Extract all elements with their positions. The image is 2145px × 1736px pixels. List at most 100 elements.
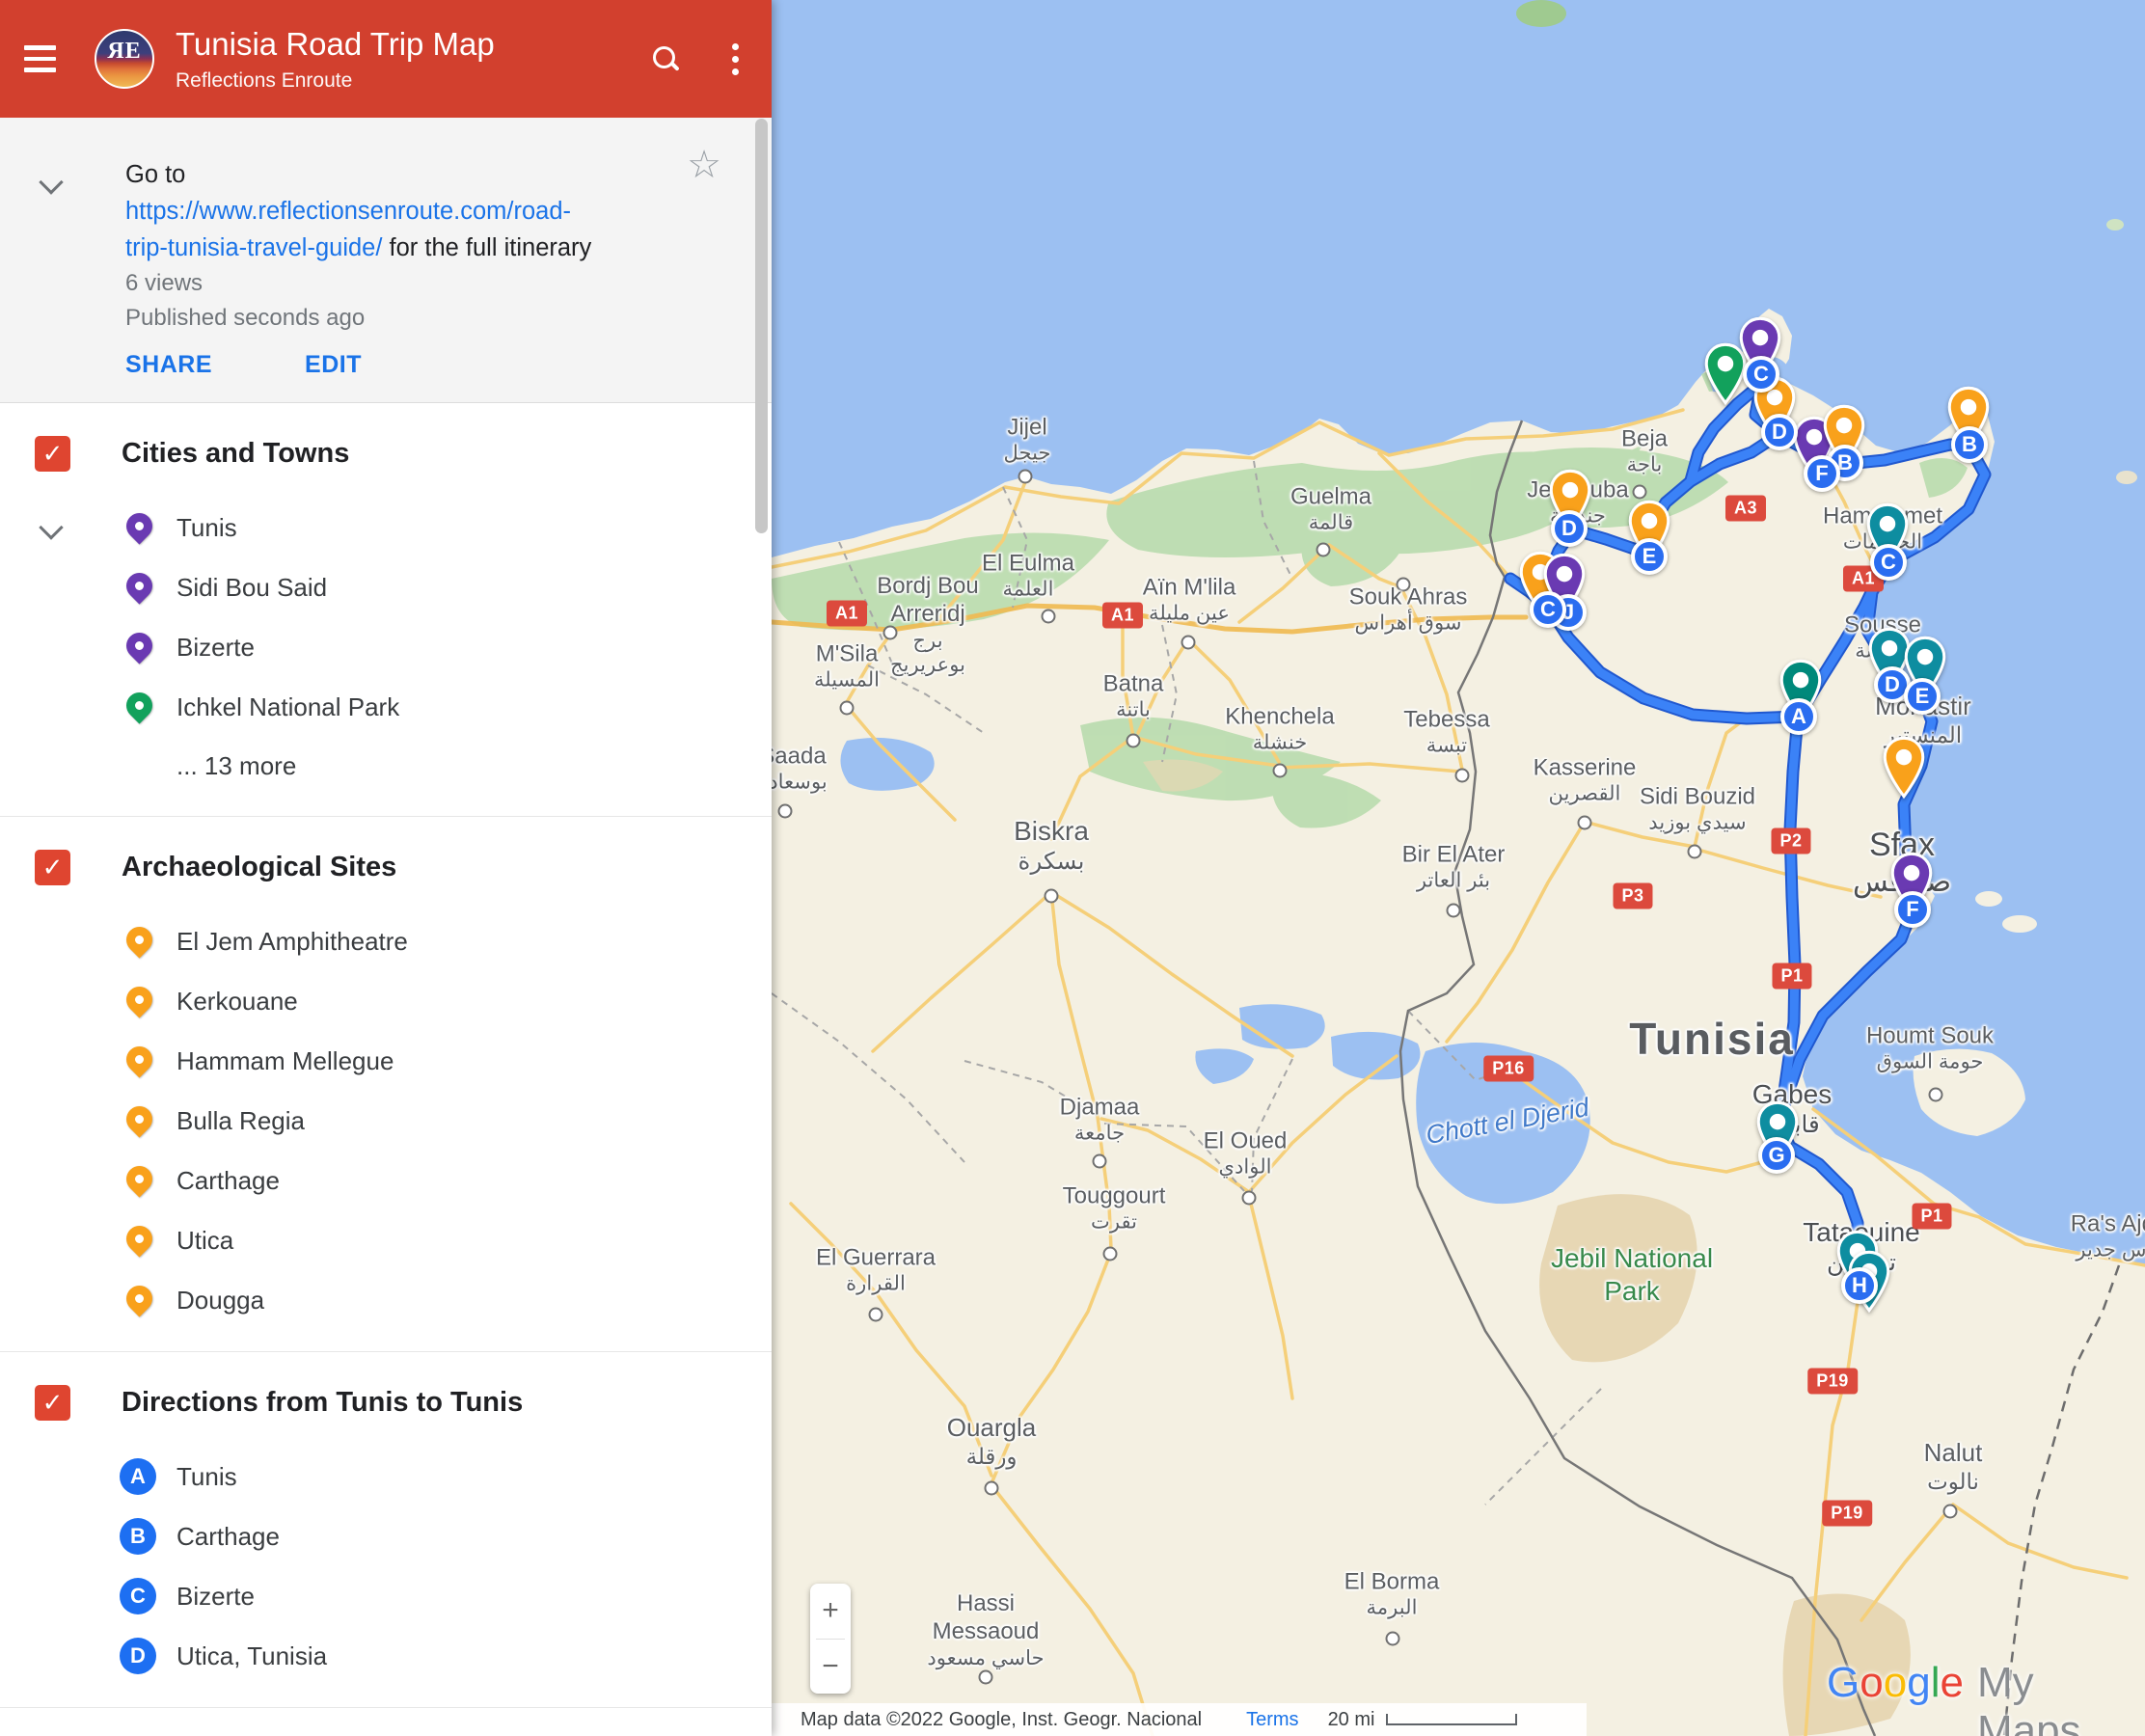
map-label: M'Silaالمسيلة bbox=[814, 639, 880, 692]
layer-title: Cities and Towns bbox=[122, 438, 349, 470]
town-dot bbox=[979, 1670, 993, 1685]
brand-logo: ЯE bbox=[95, 29, 154, 89]
list-item[interactable]: Dougga bbox=[0, 1270, 772, 1330]
list-item[interactable]: Utica bbox=[0, 1210, 772, 1270]
map-label: Nalutنالوت bbox=[1924, 1438, 1983, 1496]
list-item[interactable]: Kerkouane bbox=[0, 971, 772, 1031]
layer-checkbox[interactable]: ✓ bbox=[35, 1385, 70, 1421]
menu-icon[interactable] bbox=[24, 45, 56, 72]
road-shield: A1 bbox=[827, 601, 867, 627]
road-shield: P3 bbox=[1613, 883, 1652, 909]
place-pin-icon bbox=[123, 1044, 156, 1077]
map-pin[interactable] bbox=[1882, 736, 1926, 804]
item-label: Utica, Tunisia bbox=[176, 1641, 327, 1671]
town-dot bbox=[1929, 1088, 1943, 1102]
place-pin-icon bbox=[123, 925, 156, 958]
road-shield: P19 bbox=[1822, 1501, 1872, 1527]
route-waypoint-letter[interactable]: A bbox=[1780, 698, 1817, 735]
route-waypoint-letter[interactable]: C bbox=[1530, 591, 1566, 628]
town-dot bbox=[1242, 1191, 1257, 1206]
road-shield: P19 bbox=[1807, 1369, 1858, 1395]
list-item[interactable]: Hammam Mellegue bbox=[0, 1031, 772, 1091]
item-label: Tunis bbox=[176, 513, 237, 543]
town-dot bbox=[840, 701, 855, 716]
route-waypoint-letter[interactable]: E bbox=[1631, 538, 1668, 575]
road-shield: A3 bbox=[1725, 496, 1766, 522]
route-waypoint-letter[interactable]: D bbox=[1551, 510, 1588, 547]
star-icon[interactable]: ☆ bbox=[687, 143, 721, 187]
road-shield: P1 bbox=[1772, 963, 1811, 990]
item-label: Hammam Mellegue bbox=[176, 1046, 394, 1076]
town-dot bbox=[1386, 1632, 1400, 1646]
list-item[interactable]: Carthage bbox=[0, 1151, 772, 1210]
route-waypoint-letter[interactable]: F bbox=[1894, 891, 1931, 928]
item-label: Ichkel National Park bbox=[176, 692, 399, 722]
map-label: Ouarglaورقلة bbox=[947, 1413, 1037, 1471]
route-waypoint-letter[interactable]: C bbox=[1743, 356, 1779, 393]
town-dot bbox=[1578, 816, 1592, 830]
list-item[interactable]: El Jem Amphitheatre bbox=[0, 911, 772, 971]
share-button[interactable]: SHARE bbox=[125, 351, 212, 379]
route-waypoint-letter[interactable]: H bbox=[1841, 1267, 1878, 1304]
description-goto: Go to bbox=[125, 156, 704, 193]
town-dot bbox=[1455, 769, 1470, 783]
search-icon[interactable] bbox=[653, 46, 678, 71]
road-shield: A1 bbox=[1102, 603, 1143, 629]
town-dot bbox=[1181, 636, 1196, 650]
place-pin-icon bbox=[123, 985, 156, 1017]
scale-bar bbox=[1386, 1714, 1517, 1725]
map-label: Kasserineالقصرين bbox=[1534, 753, 1637, 806]
map-label: Aïn M'lilaعين مليلة bbox=[1143, 573, 1236, 626]
town-dot bbox=[985, 1481, 999, 1496]
list-item[interactable]: Bulla Regia bbox=[0, 1091, 772, 1151]
list-item[interactable]: BCarthage bbox=[0, 1506, 772, 1566]
more-options-icon[interactable] bbox=[728, 40, 743, 79]
list-item[interactable]: Sidi Bou Said bbox=[0, 557, 772, 617]
map-label: Bejaباجة bbox=[1621, 424, 1668, 477]
layer-checkbox[interactable]: ✓ bbox=[35, 436, 70, 472]
route-waypoint-letter[interactable]: B bbox=[1951, 426, 1988, 463]
map-data-attribution: Map data ©2022 Google, Inst. Geogr. Naci… bbox=[801, 1709, 1202, 1731]
route-waypoint-letter[interactable]: G bbox=[1758, 1137, 1795, 1174]
map-label: Touggourtتقرت bbox=[1063, 1181, 1166, 1234]
route-waypoint-letter[interactable]: C bbox=[1870, 544, 1907, 581]
zoom-in-button[interactable]: + bbox=[810, 1584, 851, 1639]
list-item[interactable]: Tunis bbox=[0, 498, 772, 557]
place-pin-icon bbox=[123, 691, 156, 723]
list-item[interactable]: CBizerte bbox=[0, 1566, 772, 1626]
item-label: Dougga bbox=[176, 1286, 264, 1316]
item-label: Carthage bbox=[176, 1166, 280, 1196]
town-dot bbox=[1042, 610, 1056, 624]
map-label: Guelmaقالمة bbox=[1290, 482, 1371, 535]
place-pin-icon bbox=[123, 1104, 156, 1137]
item-label: Bulla Regia bbox=[176, 1106, 305, 1136]
waypoint-letter-icon: D bbox=[120, 1638, 156, 1674]
route-waypoint-letter[interactable]: E bbox=[1904, 678, 1941, 715]
list-item[interactable]: ATunis bbox=[0, 1447, 772, 1506]
collapse-chevron-icon[interactable] bbox=[39, 170, 63, 194]
route-waypoint-letter[interactable]: F bbox=[1804, 455, 1840, 492]
scale-text: 20 mi bbox=[1328, 1709, 1375, 1731]
list-item[interactable]: D Utica, Tunisia bbox=[0, 1626, 772, 1686]
edit-button[interactable]: EDIT bbox=[305, 351, 362, 379]
town-dot bbox=[1688, 845, 1702, 859]
terms-link[interactable]: Terms bbox=[1246, 1709, 1298, 1731]
description-tail: for the full itinerary bbox=[382, 234, 591, 261]
sidebar-scrollbar[interactable] bbox=[755, 119, 768, 533]
place-pin-icon bbox=[123, 511, 156, 544]
route-waypoint-letter[interactable]: D bbox=[1761, 414, 1798, 450]
town-dot bbox=[778, 804, 793, 819]
zoom-out-button[interactable]: − bbox=[810, 1640, 851, 1695]
list-item[interactable]: Bizerte bbox=[0, 617, 772, 677]
town-dot bbox=[1103, 1247, 1118, 1261]
list-item[interactable]: Ichkel National Park bbox=[0, 677, 772, 737]
town-dot bbox=[869, 1308, 883, 1322]
map-canvas[interactable]: JijelجيجلGuelmaقالمةEl EulmaالعلمةBordj … bbox=[772, 0, 2145, 1736]
map-label: Sidi Bouzidسيدي بوزيد bbox=[1640, 782, 1755, 835]
road-shield: P1 bbox=[1912, 1204, 1951, 1230]
show-more-link[interactable]: ... 13 more bbox=[176, 737, 772, 795]
map-label: Batnaباتنة bbox=[1103, 669, 1164, 722]
google-my-maps-logo: Google My Maps bbox=[1827, 1659, 2145, 1736]
layer-checkbox[interactable]: ✓ bbox=[35, 850, 70, 885]
item-label: Kerkouane bbox=[176, 987, 298, 1017]
